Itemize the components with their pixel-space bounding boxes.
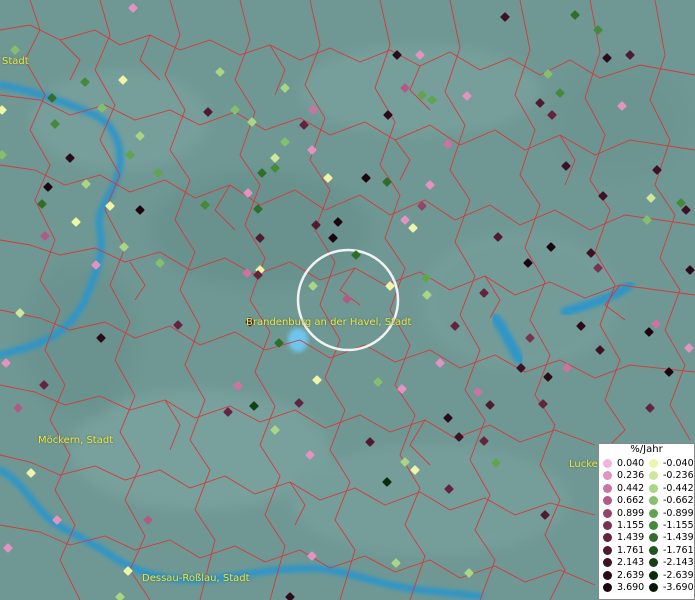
legend-value: -0.040 <box>663 458 694 469</box>
legend-value: 1.761 <box>617 544 645 556</box>
legend-swatch <box>603 459 612 468</box>
legend-swatch <box>603 533 612 543</box>
legend-value: -2.639 <box>663 569 694 581</box>
place-label-top-left: Stadt <box>2 56 29 67</box>
legend-value: -0.899 <box>663 507 694 519</box>
legend-swatch <box>649 533 658 543</box>
place-label-moeckern: Möckern, Stadt <box>38 435 114 446</box>
legend-value: -0.662 <box>663 495 694 507</box>
legend-swatch <box>649 459 658 468</box>
legend-value: 0.899 <box>617 507 645 519</box>
legend-swatch <box>649 558 658 568</box>
place-label-luckenwalde: Lucke <box>569 459 598 470</box>
legend-value: -0.236 <box>663 470 694 482</box>
legend-swatch <box>603 483 612 493</box>
legend-value: -3.690 <box>663 582 694 593</box>
legend-swatch <box>649 496 658 506</box>
legend-swatch <box>603 558 612 568</box>
legend-swatch <box>649 471 658 481</box>
legend-swatch <box>603 496 612 506</box>
legend-value: 3.690 <box>617 582 645 593</box>
legend-value: 1.439 <box>617 532 645 544</box>
legend-value: 0.662 <box>617 495 645 507</box>
legend-swatch <box>649 570 658 580</box>
legend-title: %/Jahr <box>630 444 663 455</box>
legend-value: 2.639 <box>617 569 645 581</box>
legend-swatch <box>649 521 658 530</box>
legend-value: -1.761 <box>663 544 694 556</box>
map-canvas[interactable] <box>0 0 695 600</box>
legend-value: -1.439 <box>663 532 694 544</box>
legend-value: 0.442 <box>617 482 645 494</box>
legend-swatch <box>603 508 612 518</box>
legend-swatch <box>603 521 612 530</box>
legend-swatch <box>649 508 658 518</box>
legend-swatch <box>649 545 658 555</box>
legend-swatch <box>603 545 612 555</box>
legend-value: 0.236 <box>617 470 645 482</box>
place-label-dessau: Dessau-Roßlau, Stadt <box>142 573 250 584</box>
legend-swatch <box>603 570 612 580</box>
legend-value: -2.143 <box>663 557 694 569</box>
map-legend: %/Jahr 0.040 -0.040 0.236 -0.236 0.442 -0.442… <box>598 443 695 600</box>
legend-value: 2.143 <box>617 557 645 569</box>
legend-value: -1.155 <box>663 520 694 531</box>
legend-value: 1.155 <box>617 520 645 531</box>
legend-swatch <box>649 483 658 493</box>
legend-swatch <box>649 583 658 592</box>
legend-swatch <box>603 471 612 481</box>
legend-value: 0.040 <box>617 458 645 469</box>
place-label-brandenburg: Brandenburg an der Havel, Stadt <box>246 317 412 328</box>
legend-value: -0.442 <box>663 482 694 494</box>
legend-swatch <box>603 583 612 592</box>
